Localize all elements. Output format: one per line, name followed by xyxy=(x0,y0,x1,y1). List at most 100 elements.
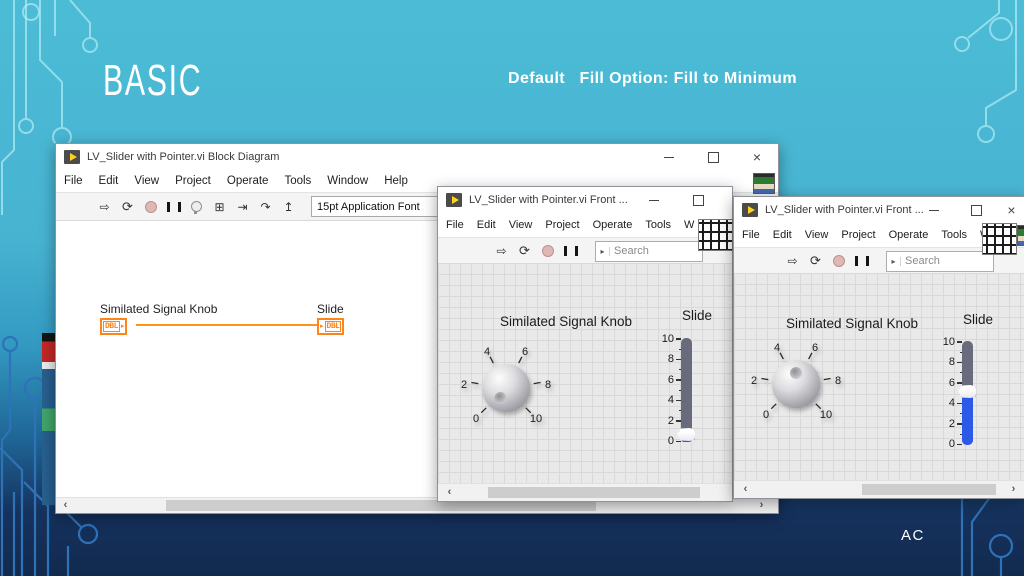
abort-button[interactable] xyxy=(539,242,556,260)
title-bar[interactable]: LV_Slider with Pointer.vi Block Diagram … xyxy=(56,144,778,170)
menu-operate[interactable]: Operate xyxy=(227,175,269,187)
search-input[interactable] xyxy=(901,255,993,267)
scrollbar-thumb[interactable] xyxy=(862,484,996,495)
close-icon: × xyxy=(1007,202,1015,218)
scroll-right-icon[interactable]: › xyxy=(754,498,769,513)
menu-file[interactable]: File xyxy=(446,219,464,231)
title-bar[interactable]: LV_Slider with Pointer.vi Front ... xyxy=(438,187,732,213)
pause-icon xyxy=(167,202,181,212)
knob-control[interactable]: 0 2 4 6 8 10 xyxy=(451,344,561,428)
menu-view[interactable]: View xyxy=(134,175,159,187)
step-into-button[interactable]: ⇥ xyxy=(234,198,251,216)
vi-icon[interactable] xyxy=(1017,225,1024,246)
control-terminal[interactable]: DBL ▸ xyxy=(100,318,127,335)
indicator-terminal-label: Slide xyxy=(317,302,344,316)
pause-button[interactable] xyxy=(853,252,870,270)
menu-project[interactable]: Project xyxy=(841,229,875,241)
maximize-button[interactable] xyxy=(956,197,996,223)
toolbar: ⇨ ⟳ ▸ xyxy=(438,237,732,265)
scroll-left-icon[interactable]: ‹ xyxy=(738,481,753,498)
slider-scale: 108 64 20 xyxy=(929,336,955,450)
menu-edit[interactable]: Edit xyxy=(477,219,496,231)
abort-icon xyxy=(833,255,845,267)
pause-button[interactable] xyxy=(562,242,579,260)
menu-tools[interactable]: Tools xyxy=(284,175,311,187)
lightbulb-icon xyxy=(191,201,202,212)
close-button[interactable]: × xyxy=(998,197,1024,223)
svg-text:4: 4 xyxy=(484,346,490,358)
title-bar[interactable]: LV_Slider with Pointer.vi Front ... × xyxy=(734,197,1024,223)
menu-file[interactable]: File xyxy=(64,175,83,187)
step-out-button[interactable]: ↥ xyxy=(280,198,297,216)
menu-window[interactable]: W xyxy=(684,219,694,231)
scroll-right-icon[interactable]: › xyxy=(1006,481,1021,498)
svg-text:10: 10 xyxy=(530,413,542,425)
knob-control[interactable]: 0 2 4 6 8 10 xyxy=(741,340,851,424)
slider-label: Slide xyxy=(948,312,1008,327)
run-continuously-button[interactable]: ⟳ xyxy=(119,198,136,216)
abort-button[interactable] xyxy=(142,198,159,216)
menu-view[interactable]: View xyxy=(509,219,533,231)
run-continuously-button[interactable]: ⟳ xyxy=(807,252,824,270)
run-button[interactable]: ⇨ xyxy=(96,198,113,216)
search-box[interactable]: ▸ xyxy=(595,241,703,262)
maximize-icon xyxy=(693,195,704,206)
menu-operate[interactable]: Operate xyxy=(593,219,633,231)
search-input[interactable] xyxy=(610,245,702,257)
indicator-terminal[interactable]: ▸ DBL xyxy=(317,318,344,335)
menu-help[interactable]: Help xyxy=(384,175,408,187)
knob-pointer-indent xyxy=(495,392,507,404)
search-box[interactable]: ▸ xyxy=(886,251,994,272)
menu-file[interactable]: File xyxy=(742,229,760,241)
scrollbar-thumb[interactable] xyxy=(488,487,700,498)
minimize-button[interactable] xyxy=(646,144,691,170)
scroll-left-icon[interactable]: ‹ xyxy=(58,498,73,513)
alignment-grid-icon[interactable] xyxy=(698,219,733,251)
horizontal-scrollbar[interactable]: ‹ xyxy=(438,483,732,501)
vi-icon[interactable] xyxy=(753,173,775,194)
slider-label: Slide xyxy=(667,308,727,323)
menu-tools[interactable]: Tools xyxy=(941,229,967,241)
front-panel-window-fill-minimum: LV_Slider with Pointer.vi Front ... × Fi… xyxy=(733,196,1024,499)
maximize-button[interactable] xyxy=(691,144,736,170)
menu-window[interactable]: Window xyxy=(327,175,368,187)
menu-view[interactable]: View xyxy=(805,229,829,241)
highlight-execution-button[interactable] xyxy=(188,198,205,216)
menu-project[interactable]: Project xyxy=(545,219,579,231)
step-out-icon: ↥ xyxy=(283,200,293,214)
menu-bar: File Edit View Project Operate Tools W xyxy=(438,213,732,237)
close-button[interactable]: × xyxy=(736,144,778,170)
menu-edit[interactable]: Edit xyxy=(99,175,119,187)
dbl-type-text: DBL xyxy=(103,321,120,332)
alignment-grid-icon[interactable] xyxy=(982,223,1017,255)
abort-button[interactable] xyxy=(830,252,847,270)
menu-tools[interactable]: Tools xyxy=(645,219,671,231)
svg-text:6: 6 xyxy=(812,342,818,354)
pause-button[interactable] xyxy=(165,198,182,216)
step-over-button[interactable]: ↷ xyxy=(257,198,274,216)
run-icon: ⇨ xyxy=(496,244,506,258)
minimize-button[interactable] xyxy=(634,187,674,213)
run-button[interactable]: ⇨ xyxy=(784,252,801,270)
horizontal-scrollbar[interactable]: ‹ › xyxy=(734,480,1024,498)
slider-track[interactable] xyxy=(681,338,692,442)
minimize-icon xyxy=(649,200,659,201)
knob-label: Similated Signal Knob xyxy=(772,316,932,331)
background-window-sliver xyxy=(42,333,56,505)
maximize-icon xyxy=(971,205,982,216)
maximize-button[interactable] xyxy=(678,187,718,213)
minimize-button[interactable] xyxy=(914,197,954,223)
run-continuously-icon: ⟳ xyxy=(810,253,821,269)
retain-wire-values-button[interactable]: ⊞ xyxy=(211,198,228,216)
terminal-arrow-icon: ▸ xyxy=(320,323,324,330)
slider-track[interactable] xyxy=(962,341,973,445)
run-button[interactable]: ⇨ xyxy=(493,242,510,260)
menu-project[interactable]: Project xyxy=(175,175,211,187)
orange-wire[interactable] xyxy=(136,324,319,326)
window-title: LV_Slider with Pointer.vi Front ... xyxy=(765,204,924,216)
menu-edit[interactable]: Edit xyxy=(773,229,792,241)
run-continuously-button[interactable]: ⟳ xyxy=(516,242,533,260)
scroll-left-icon[interactable]: ‹ xyxy=(442,484,457,501)
menu-operate[interactable]: Operate xyxy=(889,229,929,241)
svg-text:10: 10 xyxy=(820,409,832,421)
